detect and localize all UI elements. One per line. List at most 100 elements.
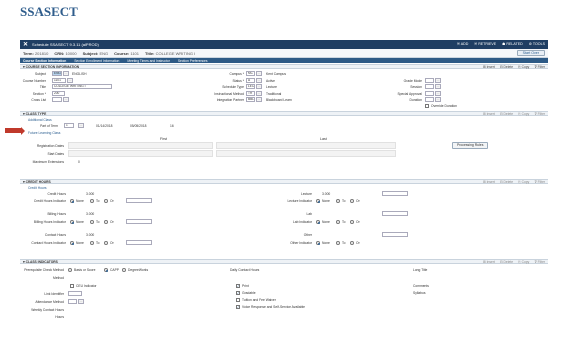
- schedule-type-input[interactable]: LEC: [246, 84, 255, 89]
- contact-hours-to-input[interactable]: [126, 240, 152, 245]
- processing-rules-button[interactable]: Processing Rules: [452, 142, 489, 149]
- session-input[interactable]: [425, 84, 434, 89]
- insert-button[interactable]: ⊞ Insert: [483, 65, 495, 69]
- other-none-radio[interactable]: [316, 241, 320, 245]
- billing-or-radio[interactable]: [104, 220, 108, 224]
- credit-to-radio[interactable]: [90, 199, 94, 203]
- start-dates-last-cell[interactable]: [216, 150, 396, 157]
- close-icon[interactable]: ✕: [23, 41, 28, 48]
- credit-none-radio[interactable]: [70, 199, 74, 203]
- syllabus-label[interactable]: Syllabus: [413, 291, 425, 295]
- tab-course-section[interactable]: Course Section Information: [23, 59, 66, 63]
- lab-to-radio[interactable]: [336, 220, 340, 224]
- delete-button[interactable]: ⊟ Delete: [500, 112, 513, 116]
- print-checkbox[interactable]: ✓: [236, 284, 240, 288]
- registration-last-cell[interactable]: [216, 142, 396, 149]
- contact-none-radio[interactable]: [70, 241, 74, 245]
- instructional-method-lookup-button[interactable]: …: [256, 91, 262, 96]
- schedule-type-lookup-button[interactable]: …: [256, 84, 262, 89]
- billing-none-radio[interactable]: [70, 220, 74, 224]
- delete-button[interactable]: ⊟ Delete: [500, 260, 513, 264]
- grade-mode-lookup-button[interactable]: …: [435, 78, 441, 83]
- duration-lookup-button[interactable]: …: [435, 97, 441, 102]
- session-lookup-button[interactable]: …: [435, 84, 441, 89]
- add-button[interactable]: 🗎 ADD: [457, 42, 468, 48]
- start-over-button[interactable]: Start Over: [516, 50, 545, 56]
- contact-to-radio[interactable]: [90, 241, 94, 245]
- filter-button[interactable]: ⊽ Filter: [534, 112, 545, 116]
- lecture-none-radio[interactable]: [316, 199, 320, 203]
- insert-button[interactable]: ⊞ Insert: [483, 180, 495, 184]
- course-number-input[interactable]: 1101: [52, 78, 66, 83]
- ceu-checkbox[interactable]: [70, 284, 74, 288]
- retrieve-button[interactable]: 🗎 RETRIEVE: [474, 42, 496, 48]
- status-lookup-button[interactable]: …: [256, 78, 262, 83]
- future-learning-link[interactable]: Future Learning Class: [28, 131, 60, 135]
- billing-hours-to-input[interactable]: [126, 219, 152, 224]
- campus-lookup-button[interactable]: …: [256, 71, 262, 76]
- grade-mode-input[interactable]: [425, 78, 434, 83]
- comments-label[interactable]: Comments: [413, 284, 429, 288]
- copy-button[interactable]: ⎘ Copy: [518, 260, 529, 264]
- attendance-method-lookup-button[interactable]: …: [78, 299, 84, 304]
- instructional-method-input[interactable]: TR: [246, 91, 255, 96]
- insert-button[interactable]: ⊞ Insert: [483, 112, 495, 116]
- tuition-waiver-checkbox[interactable]: [236, 298, 240, 302]
- tab-meeting-times[interactable]: Meeting Times and Instructor: [127, 59, 170, 63]
- special-approval-input[interactable]: [425, 91, 434, 96]
- class-indicators-header[interactable]: ▾ CLASS INDICATORS ⊞ Insert ⊟ Delete ⎘ Cop…: [20, 259, 548, 264]
- voice-response-checkbox[interactable]: ✓: [236, 305, 240, 309]
- subject-input[interactable]: ENG: [52, 71, 62, 76]
- tools-button[interactable]: ⚙ TOOLS: [529, 42, 545, 48]
- course-lookup-button[interactable]: …: [67, 78, 73, 83]
- filter-button[interactable]: ⊽ Filter: [534, 65, 545, 69]
- delete-button[interactable]: ⊟ Delete: [500, 180, 513, 184]
- lecture-or-radio[interactable]: [350, 199, 354, 203]
- course-section-header[interactable]: ▾ COURSE SECTION INFORMATION ⊞ Insert ⊟ D…: [20, 64, 548, 69]
- copy-button[interactable]: ⎘ Copy: [518, 65, 529, 69]
- lecture-to-input[interactable]: [382, 191, 408, 196]
- cross-list-input[interactable]: [52, 97, 62, 102]
- gradable-checkbox[interactable]: ✓: [236, 291, 240, 295]
- degreeworks-radio[interactable]: [122, 268, 126, 272]
- lab-to-input[interactable]: [382, 211, 408, 216]
- other-to-radio[interactable]: [336, 241, 340, 245]
- cappp-radio[interactable]: [104, 268, 108, 272]
- long-title-label[interactable]: Long Title: [413, 268, 427, 272]
- additional-class-link[interactable]: Additional Class: [28, 118, 52, 122]
- special-approval-lookup-button[interactable]: …: [435, 91, 441, 96]
- lecture-to-radio[interactable]: [336, 199, 340, 203]
- tab-section-preferences[interactable]: Section Preferences: [178, 59, 208, 63]
- registration-first-cell[interactable]: [68, 142, 213, 149]
- cross-list-lookup-button[interactable]: …: [63, 97, 69, 102]
- section-input[interactable]: 200: [52, 91, 65, 96]
- part-of-term-input[interactable]: 1: [64, 123, 74, 128]
- tab-section-enrollment[interactable]: Section Enrollment Information: [74, 59, 119, 63]
- delete-button[interactable]: ⊟ Delete: [500, 65, 513, 69]
- link-identifier-input[interactable]: [68, 291, 82, 296]
- contact-or-radio[interactable]: [104, 241, 108, 245]
- lab-none-radio[interactable]: [316, 220, 320, 224]
- subject-lookup-button[interactable]: …: [63, 71, 69, 76]
- integration-partner-input[interactable]: BBL: [246, 97, 255, 102]
- integration-partner-lookup-button[interactable]: …: [256, 97, 262, 102]
- lab-or-radio[interactable]: [350, 220, 354, 224]
- copy-button[interactable]: ⎘ Copy: [518, 112, 529, 116]
- filter-button[interactable]: ⊽ Filter: [534, 180, 545, 184]
- start-dates-first-cell[interactable]: [68, 150, 213, 157]
- part-of-term-lookup-button[interactable]: …: [78, 123, 84, 128]
- credit-hours-header[interactable]: ▾ CREDIT HOURS ⊞ Insert ⊟ Delete ⎘ Copy ⊽ F…: [20, 179, 548, 184]
- credit-or-radio[interactable]: [104, 199, 108, 203]
- other-or-radio[interactable]: [350, 241, 354, 245]
- title-input[interactable]: COLLEGE WRITING I: [52, 84, 112, 89]
- attendance-method-input[interactable]: [68, 299, 77, 304]
- billing-to-radio[interactable]: [90, 220, 94, 224]
- duration-input[interactable]: [425, 97, 434, 102]
- filter-button[interactable]: ⊽ Filter: [534, 260, 545, 264]
- status-input[interactable]: A: [246, 78, 255, 83]
- basis-or-score-radio[interactable]: [68, 268, 72, 272]
- other-to-input[interactable]: [382, 232, 408, 237]
- class-type-header[interactable]: ▾ CLASS TYPE ⊞ Insert ⊟ Delete ⎘ Copy ⊽ Fil…: [20, 111, 548, 116]
- campus-input[interactable]: MC: [246, 71, 255, 76]
- related-button[interactable]: ☗ RELATED: [502, 42, 523, 48]
